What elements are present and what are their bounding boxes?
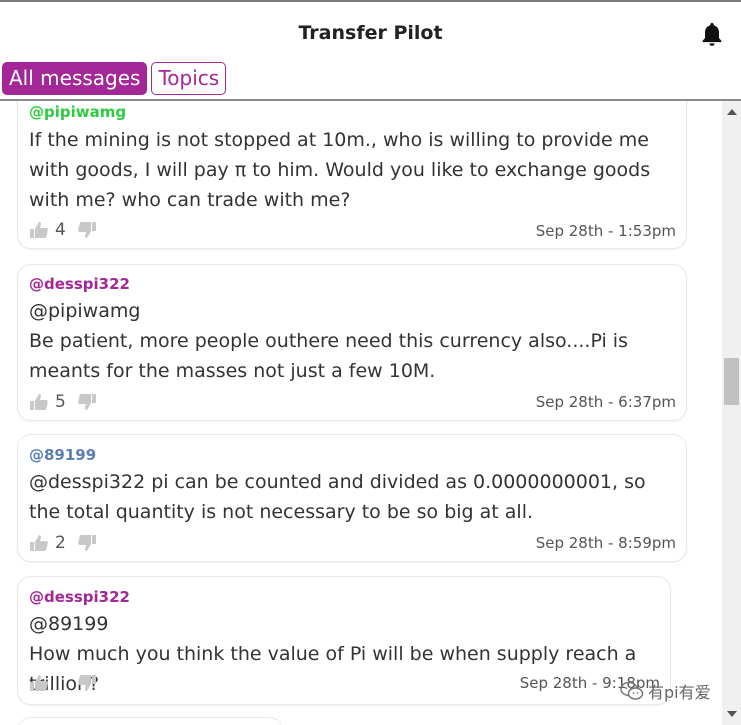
page-title: Transfer Pilot xyxy=(298,22,443,44)
vote-controls xyxy=(29,674,97,692)
message-author[interactable]: @89199 xyxy=(29,446,96,464)
watermark-text: 有pi有爱 xyxy=(648,683,711,702)
scroll-up-arrow-icon[interactable] xyxy=(727,109,737,115)
message-timestamp: Sep 28th - 6:37pm xyxy=(535,393,676,411)
bell-icon[interactable] xyxy=(698,20,726,48)
app-header: Transfer Pilot xyxy=(0,2,741,60)
like-count: 2 xyxy=(55,533,66,553)
message-body: @pipiwamg Be patient, more people outher… xyxy=(29,300,628,382)
like-count: 4 xyxy=(55,220,66,240)
wechat-icon xyxy=(620,681,644,700)
thumbs-up-icon[interactable] xyxy=(29,674,49,692)
tab-bar: All messages Topics xyxy=(2,62,227,96)
watermark: 有pi有爱 xyxy=(620,679,711,703)
message-feed[interactable]: @pipiwamg If the mining is not stopped a… xyxy=(0,101,722,725)
message-card: @pipiwamg If the mining is not stopped a… xyxy=(17,101,687,249)
message-card: @desspi322 @pipiwamg Be patient, more pe… xyxy=(17,264,687,421)
vote-controls: 2 xyxy=(29,533,97,553)
vote-controls: 5 xyxy=(29,392,97,412)
message-author[interactable]: @desspi322 xyxy=(29,275,130,293)
vote-controls: 4 xyxy=(29,220,97,240)
message-author[interactable]: @desspi322 xyxy=(29,588,130,606)
tab-topics[interactable]: Topics xyxy=(151,62,227,95)
message-card: @desspi322 @89199 How much you think the… xyxy=(17,576,671,705)
message-card xyxy=(17,717,283,725)
like-count: 5 xyxy=(55,392,66,412)
message-timestamp: Sep 28th - 1:53pm xyxy=(535,222,676,240)
message-timestamp: Sep 28th - 8:59pm xyxy=(535,534,676,552)
feed-scrollbar[interactable] xyxy=(722,101,741,725)
message-body: If the mining is not stopped at 10m., wh… xyxy=(29,129,651,211)
thumbs-down-icon[interactable] xyxy=(77,534,97,552)
scrollbar-thumb[interactable] xyxy=(724,358,739,405)
message-author[interactable]: @pipiwamg xyxy=(29,103,126,121)
message-card: @89199 @desspi322 pi can be counted and … xyxy=(17,434,687,562)
thumbs-up-icon[interactable] xyxy=(29,534,49,552)
thumbs-down-icon[interactable] xyxy=(77,221,97,239)
scroll-down-arrow-icon[interactable] xyxy=(727,711,737,717)
tab-all-messages[interactable]: All messages xyxy=(2,62,148,95)
thumbs-up-icon[interactable] xyxy=(29,221,49,239)
thumbs-down-icon[interactable] xyxy=(77,393,97,411)
thumbs-up-icon[interactable] xyxy=(29,393,49,411)
thumbs-down-icon[interactable] xyxy=(77,674,97,692)
message-body: @desspi322 pi can be counted and divided… xyxy=(29,471,646,523)
